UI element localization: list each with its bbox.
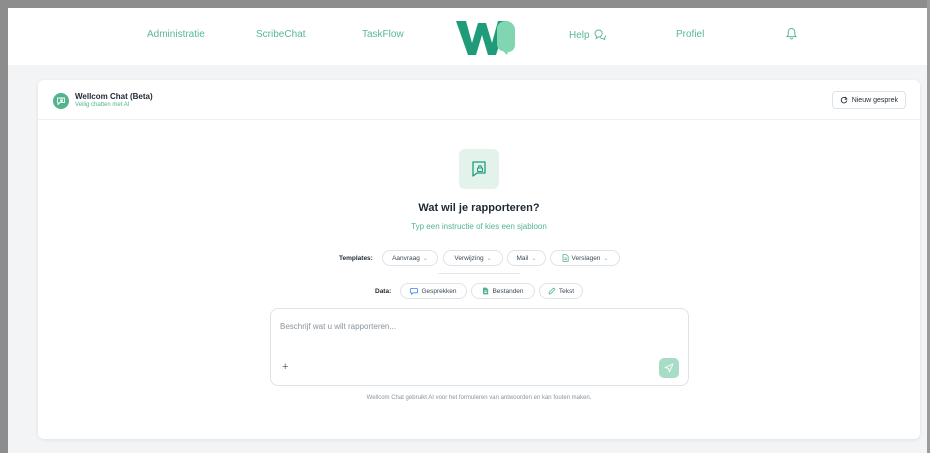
nav-link-help-label: Help <box>569 30 590 41</box>
new-chat-label: Nieuw gesprek <box>851 96 898 104</box>
chevron-down-icon: ⌄ <box>603 255 609 262</box>
ai-disclaimer: Wellcom Chat gebruikt AI voor het formul… <box>366 395 592 401</box>
subheadline: Typ een instructie of kies een sjabloon <box>411 222 547 231</box>
bell-icon[interactable] <box>786 27 797 40</box>
divider <box>438 273 520 274</box>
message-composer: + <box>270 308 689 386</box>
data-chip-bestanden[interactable]: Bestanden <box>471 283 535 299</box>
wellcom-logo-icon[interactable] <box>455 15 517 59</box>
template-chip-label: Aanvraag <box>392 254 420 262</box>
chat-lock-icon <box>57 97 65 105</box>
data-chip-label: Tekst <box>558 287 575 295</box>
brand-badge <box>53 93 69 109</box>
refresh-icon <box>840 96 848 104</box>
data-chip-gesprekken[interactable]: Gesprekken <box>400 283 467 299</box>
nav-link-scribechat[interactable]: ScribeChat <box>256 29 305 40</box>
chat-subtitle: Veilig chatten met AI <box>75 102 130 108</box>
add-attachment-button[interactable]: + <box>282 361 288 373</box>
nav-link-profiel[interactable]: Profiel <box>676 29 704 40</box>
send-button[interactable] <box>659 358 679 378</box>
chat-icon <box>410 287 419 295</box>
data-chip-label: Bestanden <box>492 287 524 295</box>
template-chip-mail[interactable]: Mail ⌄ <box>507 250 546 266</box>
chat-header: Wellcom Chat (Beta) Veilig chatten met A… <box>38 80 920 120</box>
chevron-down-icon: ⌄ <box>486 255 492 262</box>
nav-link-taskflow[interactable]: TaskFlow <box>362 29 404 40</box>
data-chip-tekst[interactable]: Tekst <box>539 283 583 299</box>
data-label: Data: <box>375 288 392 295</box>
document-icon <box>562 254 569 262</box>
template-chip-aanvraag[interactable]: Aanvraag ⌄ <box>382 250 438 266</box>
top-navigation: Administratie ScribeChat TaskFlow Help P… <box>8 8 927 65</box>
template-chip-label: Mail <box>516 254 529 262</box>
chat-title: Wellcom Chat (Beta) <box>75 92 153 101</box>
template-chip-label: Verwijzing <box>454 254 484 262</box>
window-frame-left <box>0 0 8 453</box>
send-icon <box>664 363 674 373</box>
headline: Wat wil je rapporteren? <box>418 202 540 214</box>
templates-label: Templates: <box>339 255 373 262</box>
template-chip-verwijzing[interactable]: Verwijzing ⌄ <box>443 250 503 266</box>
nav-link-help[interactable]: Help <box>569 29 607 41</box>
document-lock-icon <box>472 161 486 177</box>
chevron-down-icon: ⌄ <box>531 255 537 262</box>
window-frame-top <box>0 0 930 8</box>
template-chip-label: Verslagen <box>571 254 601 262</box>
pencil-icon <box>548 287 556 295</box>
nav-link-administratie[interactable]: Administratie <box>147 29 205 40</box>
message-input[interactable] <box>280 318 660 334</box>
data-chip-label: Gesprekken <box>421 287 457 295</box>
chat-card: Wellcom Chat (Beta) Veilig chatten met A… <box>38 80 920 439</box>
template-chip-verslagen[interactable]: Verslagen ⌄ <box>550 250 620 266</box>
new-chat-button[interactable]: Nieuw gesprek <box>831 91 906 109</box>
document-icon <box>483 287 489 295</box>
report-icon-tile <box>459 149 499 189</box>
chevron-down-icon: ⌄ <box>422 255 428 262</box>
chat-bubbles-icon <box>594 29 607 40</box>
